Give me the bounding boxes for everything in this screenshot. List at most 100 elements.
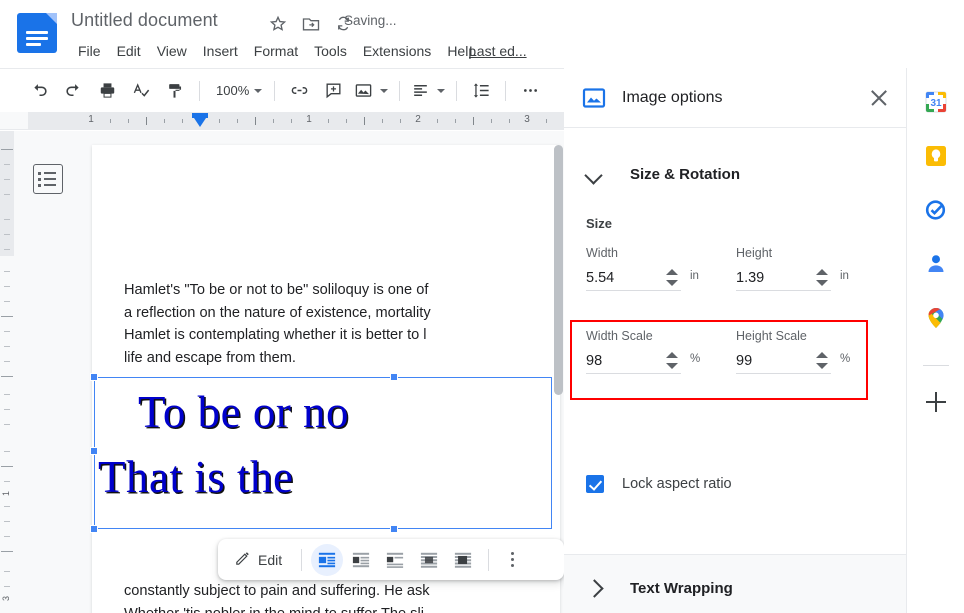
- google-calendar-icon[interactable]: 31: [924, 90, 948, 114]
- resize-handle-bottom-left[interactable]: [90, 525, 98, 533]
- height-input[interactable]: 1.39: [736, 265, 831, 291]
- spinner-up[interactable]: [816, 352, 828, 358]
- width-input[interactable]: 5.54: [586, 265, 681, 291]
- close-icon[interactable]: [866, 85, 892, 111]
- spinner-down[interactable]: [666, 280, 678, 286]
- kebab-dot: [511, 552, 514, 555]
- menu-item-format[interactable]: Format: [246, 40, 306, 62]
- outline-line: [44, 172, 56, 174]
- image-text-content: To be or no That is the: [98, 380, 349, 510]
- width-label: Width: [586, 246, 618, 260]
- height-label: Height: [736, 246, 772, 260]
- menu-bar: File Edit View Insert Format Tools Exten…: [70, 40, 484, 62]
- menu-item-view[interactable]: View: [149, 40, 195, 62]
- google-keep-icon[interactable]: [924, 144, 948, 168]
- document-title[interactable]: Untitled document: [71, 10, 218, 31]
- kebab-dot: [511, 564, 514, 567]
- more-horizontal-icon[interactable]: [513, 76, 547, 106]
- resize-handle-middle-left[interactable]: [90, 447, 98, 455]
- google-docs-logo[interactable]: [17, 13, 57, 53]
- left-indent-marker[interactable]: [192, 113, 208, 128]
- spinner-up[interactable]: [666, 269, 678, 275]
- undo-icon[interactable]: [22, 76, 56, 106]
- align-left-icon[interactable]: [407, 76, 433, 106]
- wrap-behind-text-icon[interactable]: [413, 544, 445, 576]
- width-scale-input[interactable]: 98: [586, 348, 681, 374]
- horizontal-ruler[interactable]: 1 1 2 3: [0, 112, 564, 130]
- print-icon[interactable]: [90, 76, 124, 106]
- height-scale-label: Height Scale: [736, 329, 807, 343]
- width-scale-label: Width Scale: [586, 329, 653, 343]
- menu-item-tools[interactable]: Tools: [306, 40, 355, 62]
- selected-image[interactable]: To be or no That is the: [92, 377, 552, 529]
- spinner-arrows-icon[interactable]: [816, 269, 828, 286]
- toolbar-divider: [399, 81, 400, 101]
- insert-link-icon[interactable]: [282, 76, 316, 106]
- lock-aspect-ratio-row[interactable]: Lock aspect ratio: [586, 475, 732, 493]
- menu-item-file[interactable]: File: [70, 40, 109, 62]
- app-header: Untitled document Saving... File Edit Vi…: [0, 0, 964, 68]
- toolbar-divider: [199, 81, 200, 101]
- add-comment-icon[interactable]: [316, 76, 350, 106]
- spinner-down[interactable]: [816, 280, 828, 286]
- paragraph-top[interactable]: Hamlet's "To be or not to be" soliloquy …: [124, 279, 554, 369]
- wrap-text-icon[interactable]: [345, 544, 377, 576]
- image-edit-button[interactable]: Edit: [228, 545, 292, 575]
- more-vertical-icon[interactable]: [498, 545, 526, 575]
- spelling-check-icon[interactable]: [124, 76, 158, 106]
- size-group-label: Size: [586, 216, 612, 231]
- resize-handle-top-center[interactable]: [390, 373, 398, 381]
- vertical-ruler[interactable]: 1 3: [0, 131, 14, 613]
- image-floating-toolbar: Edit: [218, 539, 564, 580]
- text-wrapping-section-header[interactable]: Text Wrapping: [564, 568, 906, 608]
- spinner-arrows-icon[interactable]: [666, 269, 678, 286]
- outline-dot: [38, 178, 41, 181]
- zoom-level-value: 100%: [216, 83, 249, 98]
- spinner-arrows-icon[interactable]: [666, 352, 678, 369]
- add-ons-plus-icon[interactable]: [924, 390, 948, 414]
- paint-format-icon[interactable]: [158, 76, 192, 106]
- insert-image-dropdown[interactable]: [376, 76, 392, 106]
- size-rotation-section-header[interactable]: Size & Rotation: [564, 154, 906, 194]
- star-icon[interactable]: [268, 14, 288, 34]
- wrap-break-text-icon[interactable]: [379, 544, 411, 576]
- outline-line: [44, 184, 56, 186]
- paragraph-bottom[interactable]: constantly subject to pain and suffering…: [124, 580, 554, 613]
- resize-handle-bottom-center[interactable]: [390, 525, 398, 533]
- kebab-dot: [511, 558, 514, 561]
- toolbar-divider: [488, 549, 489, 571]
- resize-handle-top-left[interactable]: [90, 373, 98, 381]
- outline-dot: [38, 184, 41, 187]
- wrap-in-front-of-text-icon[interactable]: [447, 544, 479, 576]
- last-edit-link[interactable]: Last ed...: [469, 43, 527, 59]
- google-contacts-icon[interactable]: [924, 252, 948, 276]
- align-dropdown[interactable]: [433, 76, 449, 106]
- height-scale-input[interactable]: 99: [736, 348, 831, 374]
- document-page[interactable]: Hamlet's "To be or not to be" soliloquy …: [92, 145, 560, 613]
- redo-icon[interactable]: [56, 76, 90, 106]
- google-tasks-icon[interactable]: [924, 198, 948, 222]
- wrap-inline-icon[interactable]: [311, 544, 343, 576]
- panel-title: Image options: [622, 89, 866, 107]
- menu-item-extensions[interactable]: Extensions: [355, 40, 439, 62]
- spinner-up[interactable]: [816, 269, 828, 275]
- document-outline-icon[interactable]: [33, 164, 63, 194]
- spinner-arrows-icon[interactable]: [816, 352, 828, 369]
- spinner-down[interactable]: [816, 363, 828, 369]
- line-spacing-icon[interactable]: [464, 76, 498, 106]
- chevron-down-icon: [380, 89, 388, 93]
- menu-item-insert[interactable]: Insert: [195, 40, 246, 62]
- insert-image-icon[interactable]: [350, 76, 376, 106]
- spinner-up[interactable]: [666, 352, 678, 358]
- document-scrollbar[interactable]: [554, 145, 563, 395]
- outline-dot: [38, 172, 41, 175]
- spinner-down[interactable]: [666, 363, 678, 369]
- lock-aspect-ratio-checkbox[interactable]: [586, 475, 604, 493]
- panel-header: Image options: [564, 68, 906, 128]
- google-maps-icon[interactable]: [924, 306, 948, 330]
- menu-item-edit[interactable]: Edit: [109, 40, 149, 62]
- move-to-folder-icon[interactable]: [301, 14, 321, 34]
- height-scale-unit: %: [840, 353, 850, 365]
- image-options-panel: Image options Size & Rotation Size Width…: [564, 68, 906, 613]
- zoom-selector[interactable]: 100%: [207, 76, 267, 106]
